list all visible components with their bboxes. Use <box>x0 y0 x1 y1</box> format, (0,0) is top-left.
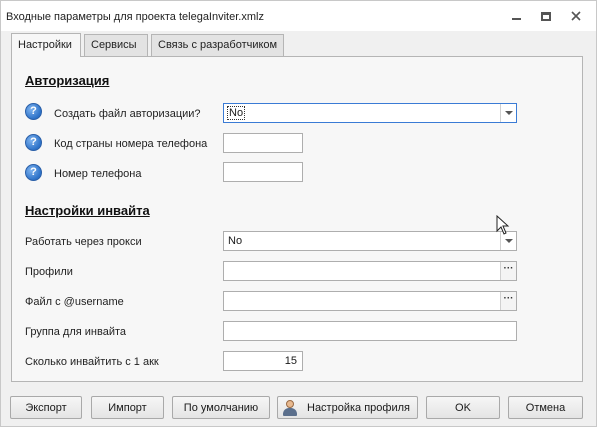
maximize-button[interactable] <box>533 6 559 26</box>
username-file-input[interactable]: ··· <box>223 291 517 311</box>
invite-group-input[interactable] <box>223 321 517 341</box>
window-title: Входные параметры для проекта telegaInvi… <box>6 11 264 23</box>
auth-section-title: Авторизация <box>25 73 110 88</box>
profiles-input[interactable]: ··· <box>223 261 517 281</box>
close-icon <box>571 11 581 21</box>
export-button[interactable]: Экспорт <box>10 396 82 419</box>
default-button[interactable]: По умолчанию <box>172 396 270 419</box>
invite-count-label: Сколько инвайтить с 1 акк <box>25 356 159 368</box>
minimize-button[interactable] <box>503 6 529 26</box>
profiles-label: Профили <box>25 266 73 278</box>
phone-number-input[interactable] <box>223 162 303 182</box>
mouse-cursor-icon <box>496 215 510 235</box>
maximize-icon <box>541 11 551 21</box>
country-code-input[interactable] <box>223 133 303 153</box>
question-circle-icon: ? <box>25 134 42 151</box>
minimize-icon <box>511 18 521 20</box>
browse-username-file-button[interactable]: ··· <box>500 292 516 310</box>
ok-button[interactable]: OK <box>426 396 500 419</box>
invite-section-title: Настройки инвайта <box>25 203 150 218</box>
settings-dialog: Входные параметры для проекта telegaInvi… <box>0 0 597 427</box>
profile-settings-button[interactable]: Настройка профиля <box>277 396 418 419</box>
username-file-label: Файл с @username <box>25 296 124 308</box>
tab-settings[interactable]: Настройки <box>11 33 81 57</box>
tab-contact-developer[interactable]: Связь с разработчиком <box>151 34 284 56</box>
invite-count-input[interactable]: 15 <box>223 351 303 371</box>
cancel-button[interactable]: Отмена <box>508 396 583 419</box>
proxy-label: Работать через прокси <box>25 236 142 248</box>
create-auth-file-label: Создать файл авторизации? <box>54 108 201 120</box>
proxy-select[interactable]: No <box>223 231 517 251</box>
question-circle-icon: ? <box>25 164 42 181</box>
tab-services[interactable]: Сервисы <box>84 34 148 56</box>
country-code-label: Код страны номера телефона <box>54 138 208 150</box>
import-button[interactable]: Импорт <box>91 396 164 419</box>
chevron-down-icon[interactable] <box>500 104 516 122</box>
invite-group-label: Группа для инвайта <box>25 326 127 338</box>
browse-profiles-button[interactable]: ··· <box>500 262 516 280</box>
close-button[interactable] <box>563 6 589 26</box>
question-circle-icon: ? <box>25 103 42 120</box>
create-auth-file-select[interactable]: No <box>223 103 517 123</box>
profile-settings-label: Настройка профиля <box>307 401 410 414</box>
user-icon <box>282 399 298 416</box>
title-bar: Входные параметры для проекта telegaInvi… <box>1 1 596 31</box>
phone-number-label: Номер телефона <box>54 168 142 180</box>
